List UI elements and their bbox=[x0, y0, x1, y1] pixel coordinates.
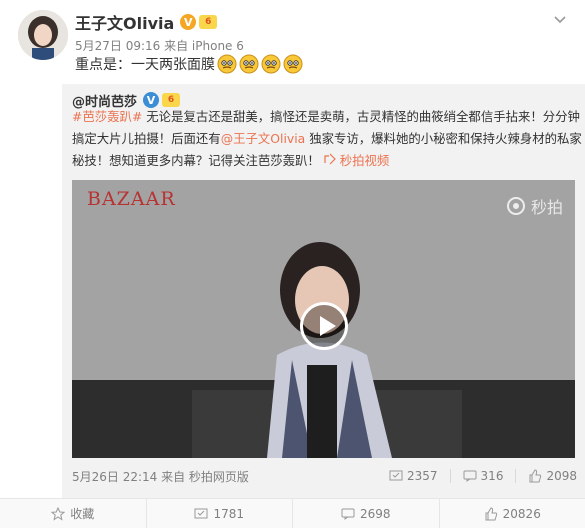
emoji-face-icon bbox=[283, 54, 303, 74]
comment-button[interactable]: 2698 bbox=[292, 499, 439, 528]
orig-comment-count: 316 bbox=[480, 469, 504, 483]
comment-icon bbox=[463, 470, 477, 482]
like-count: 20826 bbox=[502, 506, 541, 521]
action-bar: 收藏 1781 2698 20826 bbox=[0, 498, 585, 528]
orig-repost-button[interactable]: 2357 bbox=[389, 469, 438, 483]
video-link-label: 秒拍视频 bbox=[339, 153, 390, 168]
post-text-content: 重点是：一天两张面膜 bbox=[75, 57, 215, 73]
post-text: 重点是：一天两张面膜 bbox=[75, 54, 303, 74]
like-button[interactable]: 20826 bbox=[438, 499, 585, 528]
avatar[interactable] bbox=[18, 10, 68, 60]
divider bbox=[449, 469, 451, 483]
emoji-face-icon bbox=[217, 54, 237, 74]
video-player[interactable]: BAZAAR 秒拍 bbox=[72, 180, 575, 458]
video-watermark: 秒拍 bbox=[506, 194, 563, 218]
repost-button[interactable]: 1781 bbox=[145, 499, 293, 528]
repost-icon bbox=[194, 508, 208, 518]
hashtag-link[interactable]: #芭莎轰趴# bbox=[72, 109, 142, 124]
star-icon bbox=[51, 506, 66, 521]
video-brand: BAZAAR bbox=[87, 188, 176, 210]
video-link-icon bbox=[324, 153, 336, 165]
orig-meta: 5月26日 22:14 来自 秒拍网页版 bbox=[72, 470, 249, 484]
orig-repost-count: 2357 bbox=[407, 469, 438, 483]
thumbs-up-icon bbox=[529, 469, 542, 483]
thumbs-up-icon bbox=[485, 506, 497, 520]
orig-like-count: 2098 bbox=[546, 469, 577, 483]
orig-comment-button[interactable]: 316 bbox=[463, 469, 504, 483]
level-badge: 6 bbox=[199, 15, 218, 29]
level-badge: 6 bbox=[162, 93, 181, 107]
emoji-face-icon bbox=[261, 54, 281, 74]
comment-icon bbox=[341, 508, 355, 520]
comment-count: 2698 bbox=[359, 506, 391, 521]
weibo-card: 王子文Olivia V 6 5月27日 09:16 来自 iPhone 6 重点… bbox=[0, 0, 585, 528]
orig-text: #芭莎轰趴# 无论是复古还是甜美，搞怪还是卖萌，古灵精怪的曲筱绡全都信手拈来！分… bbox=[72, 106, 582, 172]
chevron-down-icon[interactable] bbox=[551, 14, 569, 28]
video-watermark-text: 秒拍 bbox=[530, 198, 563, 217]
vip-badge: V bbox=[180, 14, 197, 30]
divider bbox=[515, 469, 517, 483]
favorite-button[interactable]: 收藏 bbox=[0, 499, 146, 528]
repost-box: @时尚芭莎 V 6 #芭莎轰趴# 无论是复古还是甜美，搞怪还是卖萌，古灵精怪的曲… bbox=[62, 84, 585, 498]
video-link[interactable]: 秒拍视频 bbox=[324, 153, 390, 168]
repost-icon bbox=[389, 470, 403, 481]
post-meta: 5月27日 09:16 来自 iPhone 6 bbox=[75, 39, 244, 53]
repost-count: 1781 bbox=[213, 506, 245, 521]
miaopai-logo-icon bbox=[506, 197, 525, 215]
favorite-label: 收藏 bbox=[70, 507, 95, 521]
mention-link[interactable]: @王子文Olivia bbox=[221, 131, 306, 146]
author-name[interactable]: 王子文Olivia bbox=[75, 10, 174, 34]
orig-like-button[interactable]: 2098 bbox=[528, 469, 577, 483]
play-button[interactable] bbox=[300, 302, 348, 350]
emoji-face-icon bbox=[239, 54, 259, 74]
orig-footer: 5月26日 22:14 来自 秒拍网页版 2357 316 2098 bbox=[72, 466, 577, 486]
